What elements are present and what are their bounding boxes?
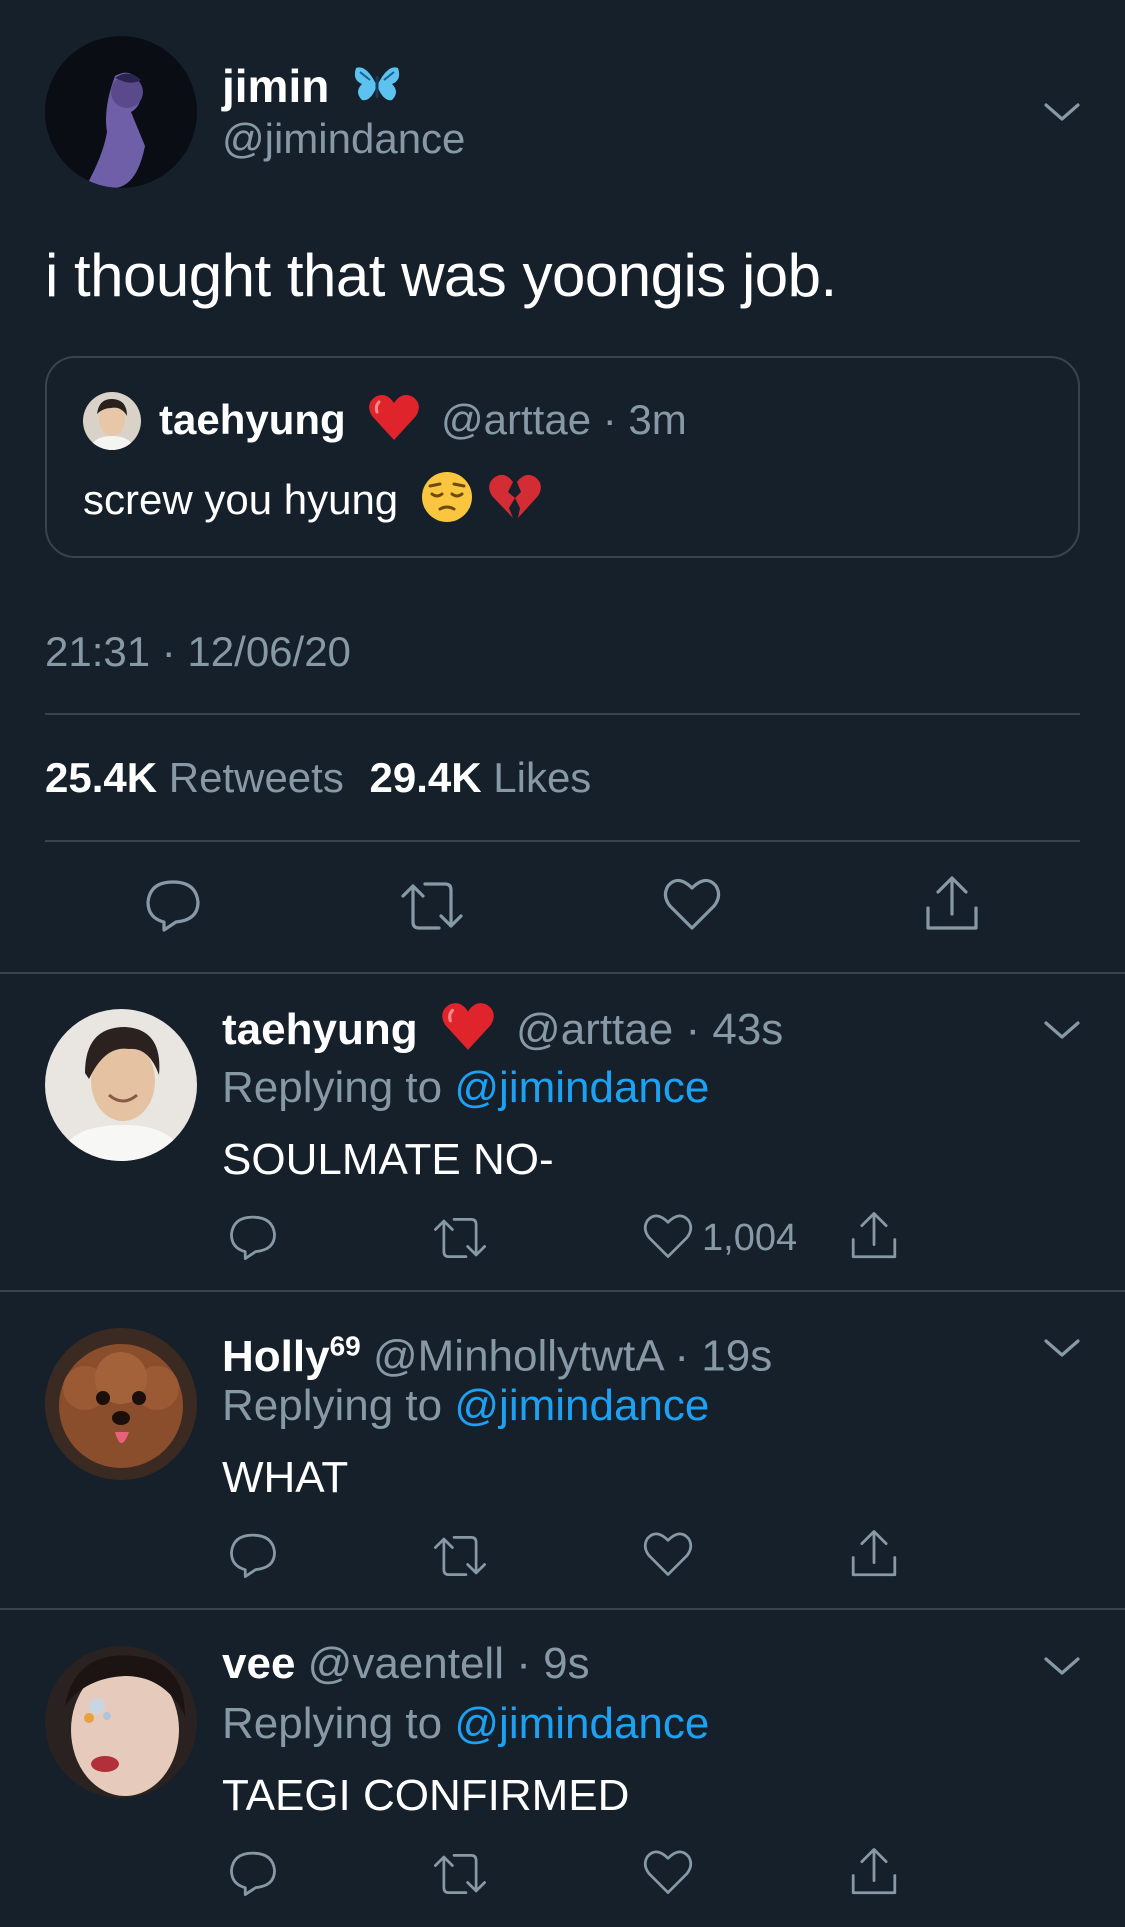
jimin-avatar[interactable] [45, 36, 197, 188]
retweet-icon[interactable] [432, 1532, 488, 1580]
share-icon[interactable] [848, 1528, 900, 1580]
like-icon[interactable] [642, 1530, 694, 1578]
like-count: 1,004 [702, 1217, 798, 1259]
share-icon[interactable] [848, 1846, 900, 1898]
divider [0, 1608, 1125, 1610]
quoted-header: taehyung @arttae · 3m [159, 392, 687, 455]
like-icon[interactable] [642, 1848, 694, 1896]
red-heart-icon [440, 1000, 496, 1066]
main-handle[interactable]: @jimindance [222, 113, 465, 165]
chevron-down-icon[interactable] [1040, 97, 1084, 127]
replying-to: Replying to @jimindance [222, 1063, 710, 1112]
likes-stat[interactable]: 29.4K Likes [370, 754, 592, 801]
quoted-time: 3m [628, 396, 687, 443]
holly-avatar[interactable] [45, 1328, 197, 1480]
chevron-down-icon[interactable] [1040, 1015, 1084, 1045]
quoted-handle: @arttae [441, 396, 592, 443]
retweets-stat[interactable]: 25.4K Retweets [45, 754, 356, 801]
reply-icon[interactable] [228, 1848, 278, 1898]
reply-display-name[interactable]: Holly69 [222, 1330, 361, 1381]
divider [45, 713, 1080, 715]
reply-display-name[interactable]: taehyung [222, 1005, 418, 1054]
tweet-timestamp[interactable]: 21:31 · 12/06/20 [45, 626, 351, 678]
replying-to-link[interactable]: @jimindance [454, 1381, 709, 1430]
reply-handle[interactable]: @vaentell [308, 1639, 504, 1688]
divider [0, 972, 1125, 974]
broken-heart-icon [488, 470, 542, 537]
reply-text: SOULMATE NO- [222, 1135, 554, 1184]
chevron-down-icon[interactable] [1040, 1333, 1084, 1363]
quoted-display-name: taehyung [159, 396, 346, 443]
pensive-face-icon [420, 470, 474, 537]
quoted-text: screw you hyung [83, 470, 542, 537]
share-icon[interactable] [848, 1210, 900, 1262]
reply-time: 9s [543, 1639, 590, 1688]
reply-icon[interactable] [228, 1212, 278, 1262]
reply-text: WHAT [222, 1453, 349, 1502]
replying-to-link[interactable]: @jimindance [454, 1063, 709, 1112]
reply-time: 43s [712, 1005, 784, 1054]
replying-to: Replying to @jimindance [222, 1381, 710, 1430]
retweet-icon[interactable] [432, 1214, 488, 1262]
reply-header: vee @vaentell · 9s [222, 1639, 590, 1688]
replying-to-link[interactable]: @jimindance [454, 1699, 709, 1748]
reply-handle[interactable]: @MinhollytwtA [373, 1332, 662, 1381]
main-tweet-text: i thought that was yoongis job. [45, 242, 837, 309]
engagement-stats: 25.4K Retweets 29.4K Likes [45, 752, 591, 804]
reply-time: 19s [701, 1331, 773, 1381]
chevron-down-icon[interactable] [1040, 1651, 1084, 1681]
reply-header: taehyung @arttae · 43s [222, 1000, 783, 1066]
reply-header: Holly69 @MinhollytwtA · 19s [222, 1330, 773, 1381]
retweet-icon[interactable] [399, 878, 465, 934]
like-icon[interactable] [642, 1212, 694, 1260]
butterfly-icon [352, 62, 402, 118]
divider [0, 1290, 1125, 1292]
share-icon[interactable] [922, 874, 982, 934]
like-icon[interactable] [662, 876, 722, 932]
replying-to: Replying to @jimindance [222, 1699, 710, 1748]
reply-icon[interactable] [144, 876, 202, 934]
reply-icon[interactable] [228, 1530, 278, 1580]
red-heart-icon [367, 392, 421, 455]
quoted-tweet[interactable]: taehyung @arttae · 3m screw you hyung [45, 356, 1080, 558]
main-display-name[interactable]: jimin [222, 58, 402, 118]
retweet-icon[interactable] [432, 1850, 488, 1898]
divider [45, 840, 1080, 842]
reply-handle[interactable]: @arttae [516, 1005, 673, 1054]
quoted-avatar [83, 392, 141, 450]
reply-text: TAEGI CONFIRMED [222, 1771, 630, 1820]
vee-avatar[interactable] [45, 1646, 197, 1798]
taehyung-avatar[interactable] [45, 1009, 197, 1161]
reply-display-name[interactable]: vee [222, 1639, 295, 1688]
